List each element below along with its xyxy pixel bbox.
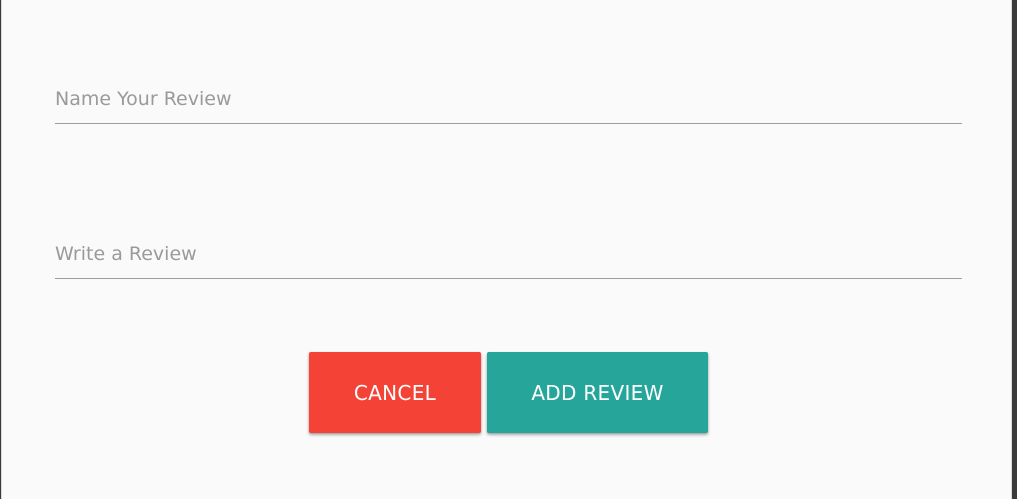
add-review-button[interactable]: ADD REVIEW bbox=[487, 352, 708, 433]
review-name-input[interactable] bbox=[55, 83, 962, 123]
review-text-input[interactable] bbox=[55, 238, 962, 278]
cancel-button[interactable]: CANCEL bbox=[309, 352, 481, 433]
review-name-field bbox=[55, 83, 962, 124]
review-text-field bbox=[55, 238, 962, 279]
review-dialog: CANCEL ADD REVIEW bbox=[1, 0, 1012, 499]
